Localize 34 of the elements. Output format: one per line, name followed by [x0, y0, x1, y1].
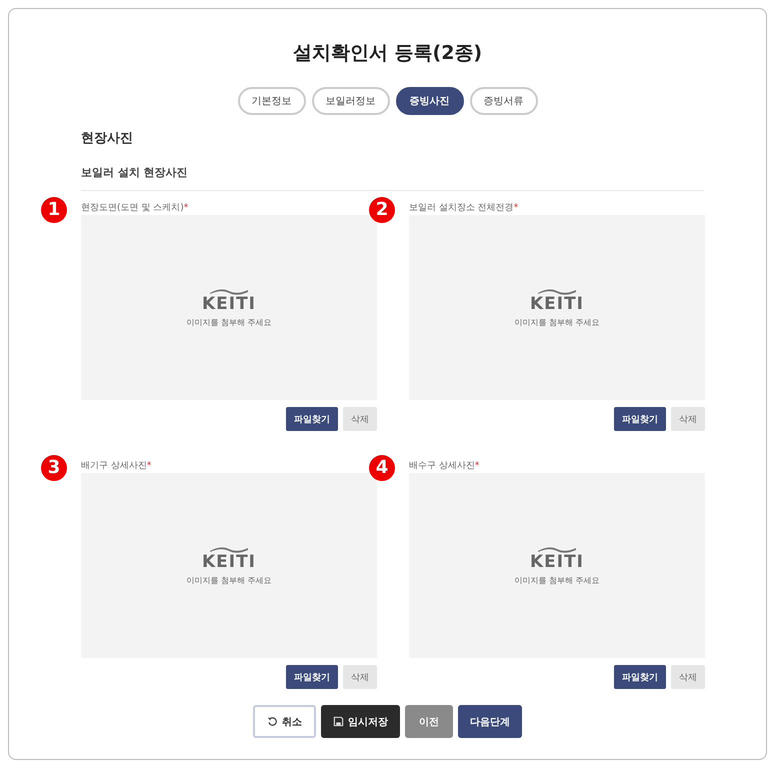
- file-find-button[interactable]: 파일찾기: [286, 665, 338, 689]
- delete-button[interactable]: 삭제: [671, 665, 705, 689]
- tab[interactable]: 기본정보: [238, 87, 306, 115]
- placeholder-text: 이미지를 첨부해 주세요: [514, 575, 600, 586]
- file-find-button[interactable]: 파일찾기: [614, 407, 666, 431]
- logo-text: KEITI: [202, 295, 256, 313]
- field-label: 배기구 상세사진*: [81, 460, 152, 473]
- next-button[interactable]: 다음단계: [458, 705, 522, 738]
- section-title: 현장사진: [81, 130, 134, 147]
- delete-button[interactable]: 삭제: [343, 665, 377, 689]
- delete-button[interactable]: 삭제: [671, 407, 705, 431]
- logo-text: KEITI: [530, 295, 584, 313]
- reset-button[interactable]: 취소: [253, 705, 316, 738]
- delete-button[interactable]: 삭제: [343, 407, 377, 431]
- placeholder-text: 이미지를 첨부해 주세요: [514, 317, 600, 328]
- file-find-button[interactable]: 파일찾기: [614, 665, 666, 689]
- field-label: 보일러 설치장소 전체전경*: [409, 202, 520, 215]
- subsection-title: 보일러 설치 현장사진: [81, 165, 704, 191]
- number-badge: 3: [41, 455, 67, 481]
- number-badge: 2: [369, 197, 395, 223]
- tab[interactable]: 증빙사진: [396, 87, 464, 115]
- logo-text: KEITI: [202, 553, 256, 571]
- field-label: 현장도면(도면 및 스케치)*: [81, 202, 190, 215]
- page-title: 설치확인서 등록(2종): [292, 41, 484, 66]
- number-badge: 4: [369, 455, 395, 481]
- field-label: 배수구 상세사진*: [409, 460, 480, 473]
- file-find-button[interactable]: 파일찾기: [286, 407, 338, 431]
- logo-text: KEITI: [530, 553, 584, 571]
- tab[interactable]: 증빙서류: [470, 87, 538, 115]
- placeholder-text: 이미지를 첨부해 주세요: [186, 575, 272, 586]
- save-button[interactable]: 임시저장: [321, 705, 400, 738]
- placeholder-text: 이미지를 첨부해 주세요: [186, 317, 272, 328]
- number-badge: 1: [41, 197, 67, 223]
- tab[interactable]: 보일러정보: [312, 87, 390, 115]
